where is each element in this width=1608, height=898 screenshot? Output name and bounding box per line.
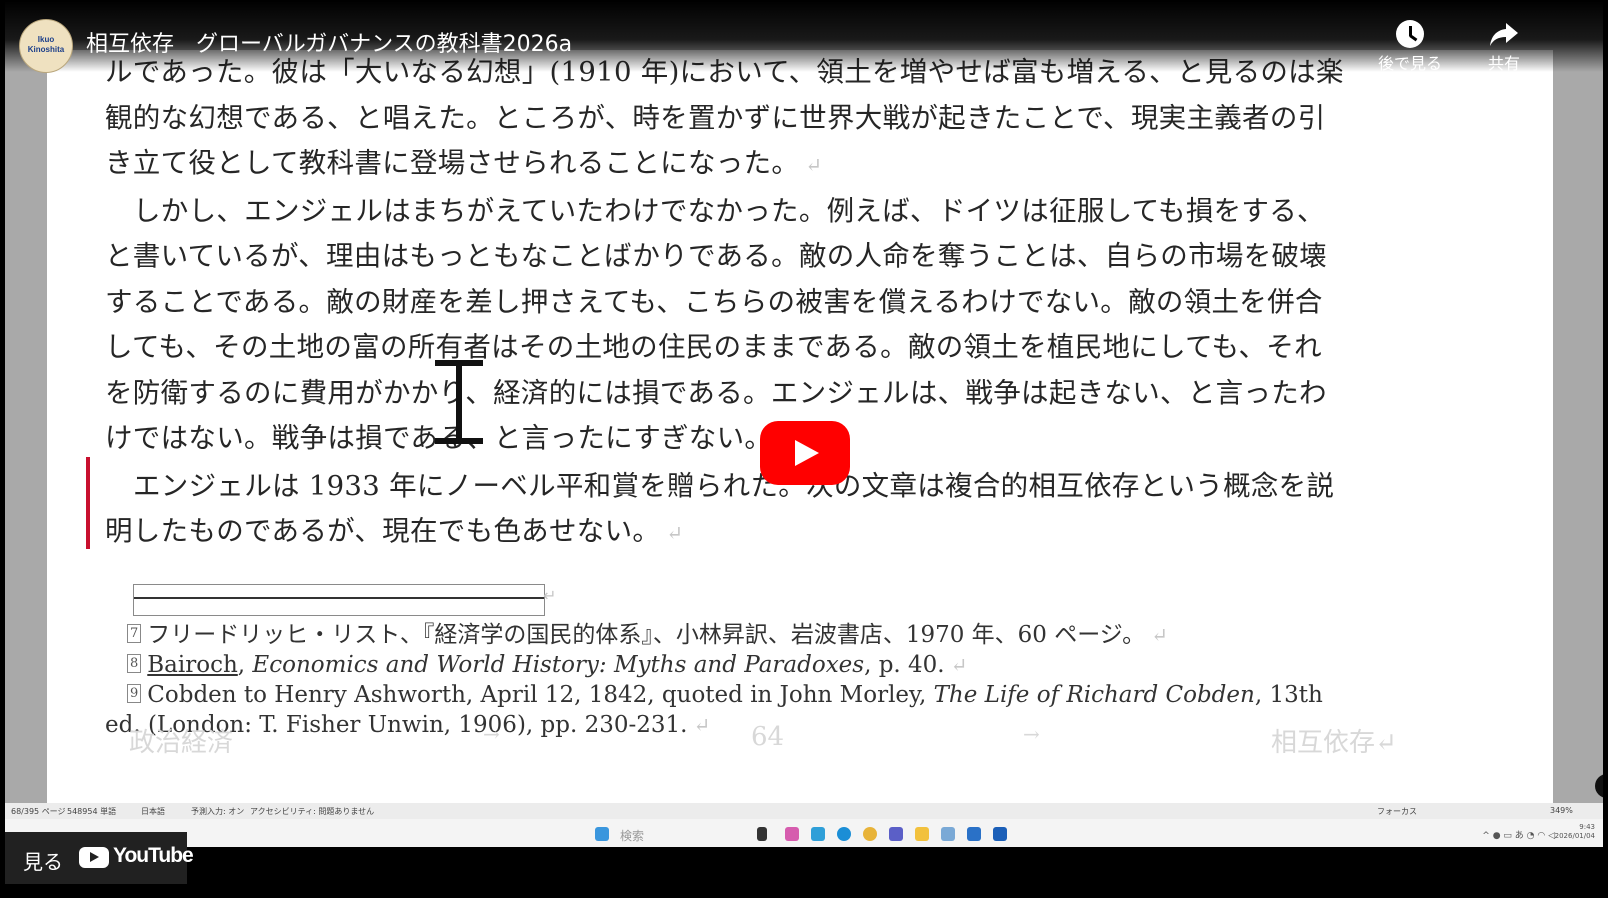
app-icon — [757, 827, 767, 841]
taskbar-search: 検索 — [620, 829, 645, 843]
video-title[interactable]: 相互依存 グローバルガバナンスの教科書2026a — [86, 26, 572, 58]
clock-icon — [1396, 20, 1424, 48]
app-icon — [941, 827, 955, 841]
tab-mark: → — [1023, 722, 1040, 746]
text-line: けではない。戦争は損である、と言ったにすぎない。↵ — [105, 416, 1395, 464]
document-body: ルであった。彼は「大いなる幻想」(1910 年)において、領土を増やせば富も増え… — [105, 50, 1395, 557]
text-line: エンジェルは 1933 年にノーベル平和賞を贈られた。次の文章は複合的相互依存と… — [133, 469, 1335, 502]
text-cursor-icon — [435, 360, 483, 444]
video-player[interactable]: ルであった。彼は「大いなる幻想」(1910 年)において、領土を増やせば富も増え… — [0, 0, 1608, 898]
footer-left: 政治経済 — [129, 728, 234, 758]
change-bar — [86, 457, 90, 549]
paragraph-mark: ↵ — [805, 153, 823, 177]
text-line: 明したものであるが、現在でも色あせない。 ↵ — [105, 515, 684, 547]
text-line: を防衛するのに費用がかかり、経済的には損である。エンジェルは、戦争は起きない、と… — [105, 376, 1327, 409]
text-line: することである。敵の財産を差し押さえても、こちらの被害を償えるわけでない。敵の領… — [105, 285, 1323, 318]
footnote-number: 7 — [127, 624, 142, 643]
share-button[interactable]: 共有 — [1459, 20, 1549, 74]
paragraph-2: しかし、エンジェルはまちがえていたわけでなかった。例えば、ドイツは征服しても損を… — [105, 189, 1395, 464]
page-footer: 政治経済 → 64 → 相互依存↵ — [105, 722, 1405, 758]
footnote-8: 8 Bairoch, Economics and World History: M… — [105, 650, 1425, 680]
status-focus: フォーカス — [1377, 807, 1417, 816]
footnote-7: 7 フリードリッヒ・リスト、『経済学の国民的体系』、小林昇訳、岩波書店、1970 … — [105, 620, 1425, 650]
page-number: 64 — [751, 722, 785, 752]
edge-icon — [837, 827, 851, 841]
share-icon — [1490, 23, 1518, 46]
text-line: と書いているが、理由はもっともなことばかりである。敵の人命を奪うことは、自らの市… — [105, 240, 1328, 272]
play-icon — [795, 440, 819, 466]
footnote-number: 9 — [127, 684, 142, 703]
text-line: しかし、エンジェルはまちがえていたわけでなかった。例えば、ドイツは征服しても損を… — [133, 194, 1325, 227]
teams-icon — [889, 827, 903, 841]
watch-later-button[interactable]: 後で見る — [1365, 20, 1455, 74]
folder-icon — [915, 827, 929, 841]
footnote-separator — [133, 584, 545, 616]
footnote-9: 9 Cobden to Henry Ashworth, April 12, 184… — [105, 680, 1425, 710]
video-header: Ikuo Kinoshita 相互依存 グローバルガバナンスの教科書2026a … — [0, 0, 1608, 74]
footer-right: 相互依存↵ — [1271, 728, 1397, 758]
status-predict: 予測入力: オン — [191, 807, 245, 816]
text-line: しても、その土地の富の所有者はその土地の住民のままである。敵の領土を植民地にして… — [105, 331, 1322, 363]
tab-mark: → — [483, 722, 500, 746]
status-language: 日本語 — [141, 807, 165, 816]
watch-on-youtube-button[interactable]: 見る YouTube — [5, 832, 194, 884]
youtube-wordmark: YouTube — [113, 844, 194, 867]
app-icon — [811, 827, 825, 841]
word-icon — [993, 827, 1007, 841]
app-icon — [967, 827, 981, 841]
word-status-bar: 68/395 ページ 548954 単語 日本語 予測入力: オン アクセシビリ… — [5, 803, 1603, 819]
paragraph-mark: ↵ — [543, 586, 557, 605]
system-tray: ^ ● ▭ あ ◔ ◠ ◁ — [1482, 831, 1555, 841]
paragraph-3: エンジェルは 1933 年にノーベル平和賞を贈られた。次の文章は複合的相互依存と… — [105, 464, 1395, 557]
windows-taskbar: 検索 ^ ● ▭ あ ◔ ◠ ◁ 9:43 2026/01/04 — [5, 819, 1603, 847]
channel-avatar[interactable]: Ikuo Kinoshita — [19, 19, 73, 73]
watch-label: 見る — [23, 850, 63, 874]
status-accessibility: アクセシビリティ: 問題ありません — [250, 807, 375, 816]
status-words: 548954 単語 — [67, 807, 117, 816]
text-line: 観的な幻想である、と唱えた。ところが、時を置かずに世界大戦が起きたことで、現実主… — [105, 101, 1326, 134]
chrome-icon — [863, 827, 877, 841]
footnote-number: 8 — [127, 654, 142, 673]
windows-start-icon — [595, 827, 609, 841]
app-icon — [785, 827, 799, 841]
status-pages: 68/395 ページ — [11, 807, 66, 816]
side-handle — [1595, 774, 1603, 798]
text-line: き立て役として教科書に登場させられることになった。 ↵ — [105, 147, 823, 179]
taskbar-clock: 9:43 2026/01/04 — [1554, 823, 1595, 840]
status-zoom: 349% — [1550, 806, 1573, 815]
play-button[interactable] — [760, 421, 850, 485]
paragraph-mark: ↵ — [666, 521, 684, 545]
youtube-logo-icon — [79, 847, 109, 868]
